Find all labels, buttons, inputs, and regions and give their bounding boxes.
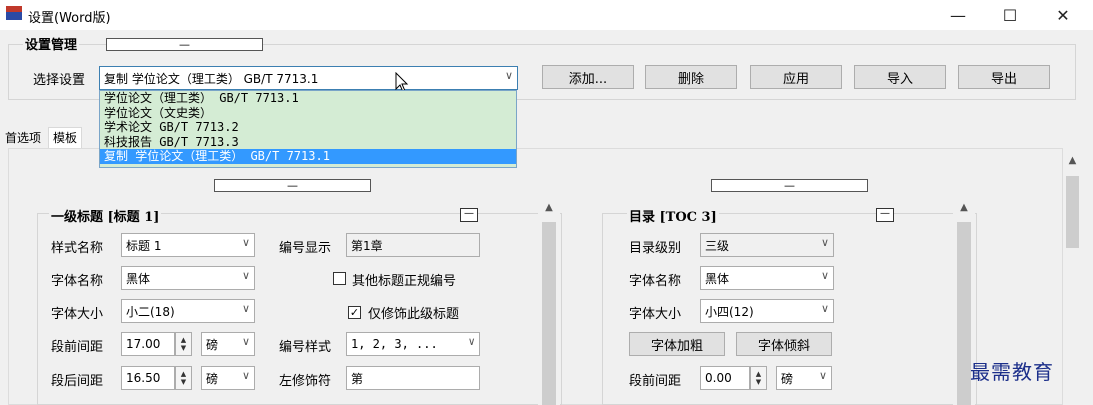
title-bar: 设置(Word版) — ☐ ✕ — [0, 0, 1093, 30]
toc-font-size-label: 字体大小 — [629, 307, 682, 322]
app-icon — [6, 6, 22, 20]
other-heading-checkbox[interactable] — [333, 272, 346, 289]
chevron-down-icon: ∨ — [241, 269, 250, 282]
checkbox-box[interactable] — [333, 272, 346, 285]
unit-value: 磅 — [206, 337, 219, 352]
scroll-up-icon[interactable]: ▲ — [538, 202, 560, 213]
apply-button[interactable]: 应用 — [750, 65, 842, 89]
space-after-input[interactable]: 16.50 — [121, 366, 175, 390]
scroll-up-icon[interactable]: ▲ — [953, 202, 975, 213]
number-display-label: 编号显示 — [279, 241, 332, 256]
space-after-spinner[interactable]: ▲ ▼ — [175, 366, 192, 390]
toc-title: 目录 [TOC 3] — [627, 206, 719, 225]
chevron-down-icon: ∨ — [241, 236, 250, 249]
minimize-button[interactable]: — — [935, 0, 981, 30]
font-size-label: 字体大小 — [51, 307, 104, 322]
window-title: 设置(Word版) — [28, 11, 111, 26]
tab-preferences[interactable]: 首选项 — [0, 127, 47, 149]
dropdown-option[interactable]: 科技报告 GB/T 7713.3 — [100, 135, 516, 150]
setting-select-value: 复制 学位论文（理工类） GB/T 7713.1 — [104, 71, 319, 86]
toc-font-size-value: 小四(12) — [705, 304, 754, 319]
toc-space-before-label: 段前间距 — [629, 374, 682, 389]
settings-collapse-bar[interactable]: — — [106, 38, 263, 51]
chevron-down-icon: ∨ — [818, 369, 827, 382]
heading1-scroll-thumb[interactable] — [542, 222, 556, 405]
space-after-label: 段后间距 — [51, 374, 104, 389]
space-before-unit-select[interactable]: 磅 ∨ — [201, 332, 255, 356]
scroll-up-icon[interactable]: ▲ — [1064, 155, 1081, 166]
main-scrollbar[interactable]: ▲ — [1064, 149, 1081, 405]
toc-italic-button[interactable]: 字体倾斜 — [736, 332, 832, 356]
font-name-label: 字体名称 — [51, 274, 104, 289]
watermark-text: 最需教育 — [970, 360, 1054, 384]
unit-value: 磅 — [206, 371, 219, 386]
dropdown-option[interactable]: 学位论文（理工类） GB/T 7713.1 — [100, 91, 516, 106]
only-this-label: 仅修饰此级标题 — [368, 307, 460, 322]
checkmark-icon[interactable]: ✓ — [348, 306, 361, 319]
chevron-down-icon: ∨ — [241, 335, 250, 348]
space-before-input[interactable]: 17.00 — [121, 332, 175, 356]
style-name-label: 样式名称 — [51, 241, 104, 256]
font-size-value: 小二(18) — [126, 304, 175, 319]
toc-collapse-bar[interactable]: — — [711, 179, 868, 192]
space-before-label: 段前间距 — [51, 340, 104, 355]
delete-button[interactable]: 删除 — [645, 65, 737, 89]
settings-manage-heading: 设置管理 — [23, 34, 80, 53]
heading1-scrollbar[interactable]: ▲ — [538, 200, 560, 405]
import-button[interactable]: 导入 — [854, 65, 946, 89]
toc-level-select[interactable]: 三级 ∨ — [700, 233, 834, 257]
chevron-down-icon: ∨ — [820, 236, 829, 249]
tab-strip: 首选项 模板 — [0, 127, 83, 149]
toc-font-size-select[interactable]: 小四(12) ∨ — [700, 299, 834, 323]
toc-font-name-value: 黑体 — [705, 271, 730, 286]
space-before-spinner[interactable]: ▲ ▼ — [175, 332, 192, 356]
chevron-down-icon: ∨ — [241, 302, 250, 315]
number-display-field: 第1章 — [346, 233, 480, 257]
add-button[interactable]: 添加... — [542, 65, 634, 89]
dropdown-option[interactable]: 学位论文（文史类） — [100, 106, 516, 121]
toc-level-value: 三级 — [705, 238, 730, 253]
toc-minimize-button[interactable]: — — [876, 208, 894, 222]
chevron-down-icon: ∨ — [820, 269, 829, 282]
heading1-title: 一级标题 [标题 1] — [49, 206, 162, 225]
toc-bold-button[interactable]: 字体加粗 — [629, 332, 725, 356]
toc-font-name-select[interactable]: 黑体 ∨ — [700, 266, 834, 290]
maximize-button[interactable]: ☐ — [987, 0, 1033, 30]
tab-template[interactable]: 模板 — [48, 127, 83, 149]
chevron-down-icon: ∨ — [468, 335, 475, 348]
number-style-value: 1, 2, 3, ... — [351, 337, 438, 351]
toc-level-label: 目录级别 — [629, 241, 682, 256]
unit-value: 磅 — [781, 371, 794, 386]
export-button[interactable]: 导出 — [958, 65, 1050, 89]
space-after-unit-select[interactable]: 磅 ∨ — [201, 366, 255, 390]
style-name-value: 标题 1 — [126, 238, 162, 253]
select-setting-label: 选择设置 — [33, 73, 86, 88]
toc-space-before-spinner[interactable]: ▲ ▼ — [750, 366, 767, 390]
dropdown-option[interactable]: 学术论文 GB/T 7713.2 — [100, 120, 516, 135]
font-size-select[interactable]: 小二(18) ∨ — [121, 299, 255, 323]
left-decor-input[interactable]: 第 — [346, 366, 480, 390]
chevron-down-icon: ∨ — [504, 69, 513, 82]
toc-font-name-label: 字体名称 — [629, 274, 682, 289]
setting-dropdown-list[interactable]: 学位论文（理工类） GB/T 7713.1 学位论文（文史类） 学术论文 GB/… — [99, 90, 517, 168]
style-name-select[interactable]: 标题 1 ∨ — [121, 233, 255, 257]
font-name-select[interactable]: 黑体 ∨ — [121, 266, 255, 290]
close-button[interactable]: ✕ — [1040, 0, 1086, 30]
toc-space-before-unit-select[interactable]: 磅 ∨ — [776, 366, 832, 390]
setting-select[interactable]: 复制 学位论文（理工类） GB/T 7713.1 ∨ — [99, 66, 518, 90]
heading1-collapse-bar[interactable]: — — [214, 179, 371, 192]
number-style-select[interactable]: 1, 2, 3, ... ∨ — [346, 332, 480, 356]
chevron-down-icon: ∨ — [820, 302, 829, 315]
chevron-down-icon: ∨ — [241, 369, 250, 382]
scroll-thumb[interactable] — [1066, 176, 1079, 248]
other-heading-label: 其他标题正规编号 — [352, 274, 457, 289]
left-decor-label: 左修饰符 — [279, 374, 332, 389]
toc-space-before-input[interactable]: 0.00 — [700, 366, 750, 390]
heading1-minimize-button[interactable]: — — [460, 208, 478, 222]
only-this-checkbox[interactable]: ✓ — [348, 305, 361, 320]
font-name-value: 黑体 — [126, 271, 151, 286]
toc-scroll-thumb[interactable] — [957, 222, 971, 405]
dropdown-option-selected[interactable]: 复制 学位论文（理工类） GB/T 7713.1 — [100, 149, 516, 164]
number-style-label: 编号样式 — [279, 340, 332, 355]
